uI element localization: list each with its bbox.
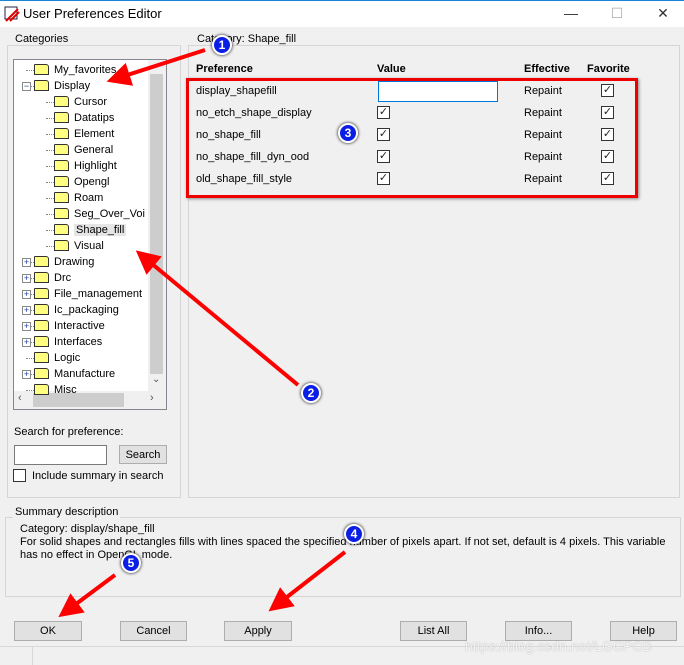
- badge-3: 3: [338, 123, 358, 143]
- arrow-5: [58, 573, 117, 618]
- badge-5: 5: [121, 553, 141, 573]
- arrow-4: [268, 550, 347, 612]
- arrow-2: [135, 250, 300, 387]
- badge-2: 2: [301, 383, 321, 403]
- arrow-1: [106, 48, 206, 86]
- badge-1: 1: [212, 35, 232, 55]
- badge-4: 4: [344, 524, 364, 544]
- annotation-arrows: [58, 48, 347, 618]
